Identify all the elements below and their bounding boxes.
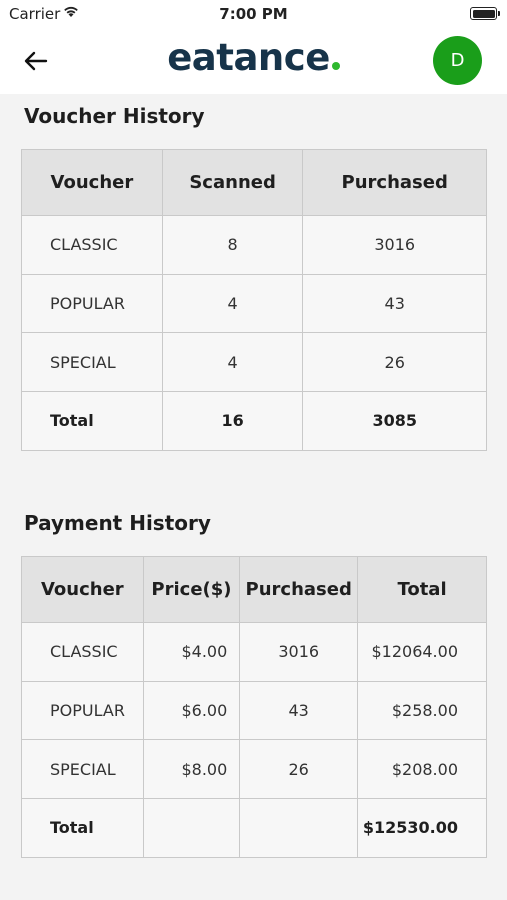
payment-history-title: Payment History xyxy=(24,511,211,535)
payment-history-table: Voucher Price($) Purchased Total CLASSIC… xyxy=(21,556,487,858)
total-cell: $208.00 xyxy=(357,739,487,800)
scanned-cell: 4 xyxy=(161,332,304,393)
table-row: CLASSIC $4.00 3016 $12064.00 xyxy=(21,622,487,682)
column-header: Total xyxy=(357,556,487,623)
column-header: Voucher xyxy=(21,149,163,216)
brand-logo: eatance xyxy=(0,36,507,79)
column-header: Price($) xyxy=(142,556,241,623)
grand-total: $12530.00 xyxy=(357,798,487,858)
column-header: Purchased xyxy=(302,149,487,216)
column-header: Scanned xyxy=(161,149,304,216)
total-purchased xyxy=(239,798,359,858)
purchased-cell: 3016 xyxy=(239,622,359,682)
price-cell: $8.00 xyxy=(142,739,241,800)
table-row: SPECIAL $8.00 26 $208.00 xyxy=(21,739,487,800)
table-total-row: Total $12530.00 xyxy=(21,798,487,858)
table-row: CLASSIC 8 3016 xyxy=(21,215,487,275)
total-scanned: 16 xyxy=(161,391,304,451)
app-header: eatance D xyxy=(0,30,507,94)
scanned-cell: 8 xyxy=(161,215,304,275)
brand-logo-text: eatance xyxy=(167,36,330,79)
table-header-row: Voucher Price($) Purchased Total xyxy=(21,556,487,623)
voucher-history-title: Voucher History xyxy=(24,104,205,128)
total-purchased: 3085 xyxy=(302,391,487,451)
purchased-cell: 26 xyxy=(302,332,487,393)
voucher-cell: SPECIAL xyxy=(21,739,144,800)
purchased-cell: 43 xyxy=(239,680,359,741)
table-header-row: Voucher Scanned Purchased xyxy=(21,149,487,216)
logo-dot-icon xyxy=(331,62,340,70)
price-cell: $6.00 xyxy=(142,680,241,741)
voucher-history-table: Voucher Scanned Purchased CLASSIC 8 3016… xyxy=(21,149,487,451)
voucher-cell: POPULAR xyxy=(21,273,163,334)
scanned-cell: 4 xyxy=(161,273,304,334)
total-label: Total xyxy=(21,391,163,451)
total-price xyxy=(142,798,241,858)
battery-icon xyxy=(470,7,500,20)
status-bar: Carrier 7:00 PM xyxy=(0,0,507,30)
voucher-cell: SPECIAL xyxy=(21,332,163,393)
table-total-row: Total 16 3085 xyxy=(21,391,487,451)
total-label: Total xyxy=(21,798,144,858)
purchased-cell: 26 xyxy=(239,739,359,800)
column-header: Voucher xyxy=(21,556,144,623)
voucher-cell: CLASSIC xyxy=(21,215,163,275)
total-cell: $12064.00 xyxy=(357,622,487,682)
column-header: Purchased xyxy=(239,556,359,623)
voucher-cell: POPULAR xyxy=(21,680,144,741)
table-row: SPECIAL 4 26 xyxy=(21,332,487,393)
clock: 7:00 PM xyxy=(219,5,288,23)
avatar[interactable]: D xyxy=(433,36,482,85)
table-row: POPULAR $6.00 43 $258.00 xyxy=(21,680,487,741)
price-cell: $4.00 xyxy=(142,622,241,682)
table-row: POPULAR 4 43 xyxy=(21,273,487,334)
total-cell: $258.00 xyxy=(357,680,487,741)
voucher-cell: CLASSIC xyxy=(21,622,144,682)
purchased-cell: 43 xyxy=(302,273,487,334)
purchased-cell: 3016 xyxy=(302,215,487,275)
